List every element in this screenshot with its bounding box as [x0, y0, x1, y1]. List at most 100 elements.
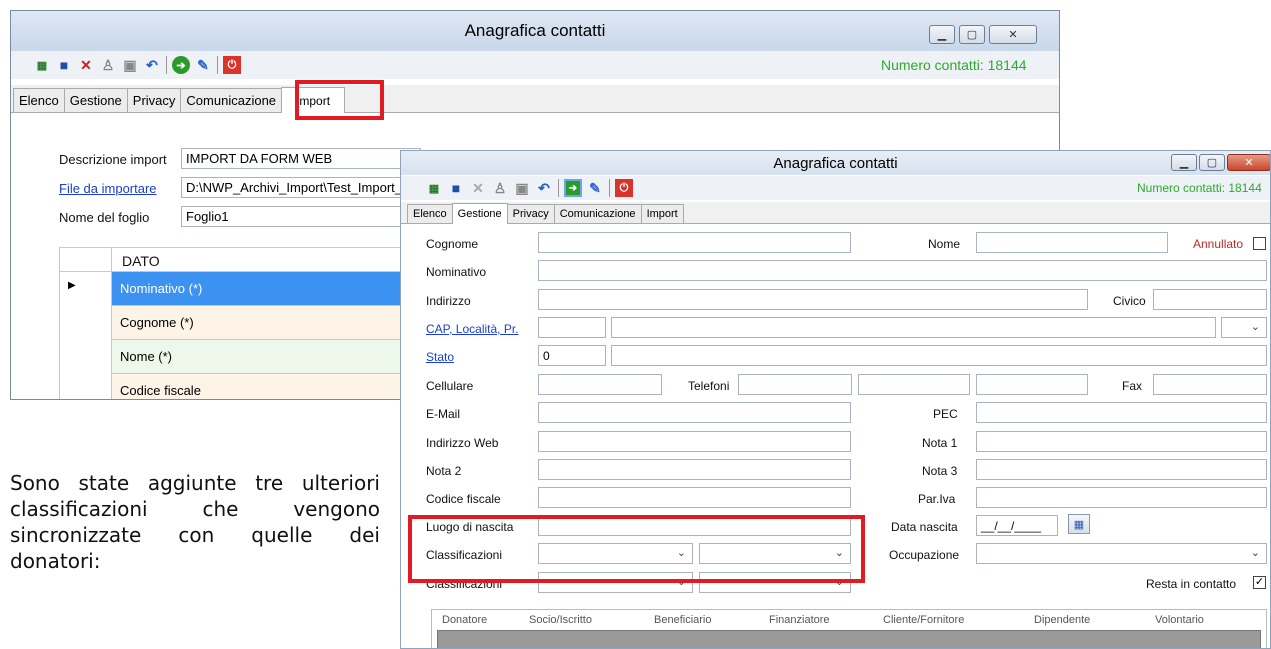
tab-comunicazione[interactable]: Comunicazione: [180, 88, 283, 112]
telefono2-input[interactable]: [858, 374, 970, 395]
front-window-title: Anagrafica contatti: [773, 154, 898, 172]
front-tab-gestione[interactable]: Gestione: [451, 203, 508, 224]
codice-fiscale-input[interactable]: [538, 487, 851, 508]
undo-icon[interactable]: ↶: [143, 56, 161, 74]
front-tab-privacy[interactable]: Privacy: [506, 204, 555, 223]
nota3-input[interactable]: [976, 459, 1267, 480]
cognome-input[interactable]: [538, 232, 851, 253]
cap-input[interactable]: [538, 317, 606, 338]
occupazione-dropdown[interactable]: ⌄: [976, 543, 1267, 564]
category-header: Donatore: [442, 614, 488, 626]
resta-in-contatto-label: Resta in contatto: [1146, 577, 1237, 591]
front-power-icon[interactable]: ⏻: [615, 179, 633, 197]
nominativo-input[interactable]: [538, 260, 1267, 281]
stato-code-input[interactable]: 0: [538, 345, 606, 366]
email-input[interactable]: [538, 402, 851, 423]
telefono3-input[interactable]: [976, 374, 1088, 395]
file-path-input[interactable]: D:\NWP_Archivi_Import\Test_Import_: [181, 177, 421, 198]
front-close-button[interactable]: ✕: [1227, 154, 1270, 171]
front-tab-elenco[interactable]: Elenco: [407, 204, 453, 223]
front-edit-icon[interactable]: ✎: [586, 179, 604, 197]
front-titlebar: Anagrafica contatti ▁ ▢ ✕: [401, 151, 1270, 175]
tab-elenco[interactable]: Elenco: [13, 88, 65, 112]
front-save-icon[interactable]: ■: [447, 179, 465, 197]
back-toolbar: ▦ ■ ✕ ♙ ▣ ↶ ➔ ✎ ⏻ Numero contatti: 18144: [11, 51, 1059, 79]
save-icon[interactable]: ■: [55, 56, 73, 74]
annullato-label: Annullato: [1193, 237, 1244, 251]
fax-input[interactable]: [1153, 374, 1267, 395]
provincia-dropdown[interactable]: ⌄: [1221, 317, 1267, 338]
foglio-label: Nome del foglio: [59, 210, 150, 225]
category-header: Beneficiario: [654, 614, 712, 626]
edit-icon[interactable]: ✎: [194, 56, 212, 74]
nome-label: Nome: [928, 237, 961, 251]
front-tab-comunicazione[interactable]: Comunicazione: [553, 204, 642, 223]
toolbar-separator: [558, 179, 559, 197]
cognome-label: Cognome: [426, 237, 479, 251]
front-go-icon[interactable]: ➔: [564, 179, 582, 197]
toolbar-separator: [217, 56, 218, 74]
civico-input[interactable]: [1153, 289, 1267, 310]
web-label: Indirizzo Web: [426, 436, 499, 450]
localita-input[interactable]: [611, 317, 1216, 338]
calendar-icon[interactable]: ▦: [1068, 514, 1090, 534]
cellulare-label: Cellulare: [426, 379, 474, 393]
print-icon[interactable]: ▣: [121, 56, 139, 74]
tab-privacy[interactable]: Privacy: [126, 88, 182, 112]
data-nascita-label: Data nascita: [891, 520, 958, 534]
grid-header-dato: DATO: [122, 253, 160, 269]
tab-gestione[interactable]: Gestione: [63, 88, 128, 112]
front-maximize-button[interactable]: ▢: [1199, 154, 1225, 171]
pec-label: PEC: [933, 407, 958, 421]
descrizione-input[interactable]: IMPORT DA FORM WEB: [181, 148, 421, 169]
file-da-importare-link[interactable]: File da importare: [59, 181, 157, 196]
stato-link[interactable]: Stato: [426, 350, 454, 364]
close-button[interactable]: ✕: [989, 25, 1037, 44]
front-contact-count: Numero contatti: 18144: [1137, 181, 1262, 195]
power-icon[interactable]: ⏻: [223, 56, 241, 74]
codice-fiscale-label: Codice fiscale: [426, 492, 501, 506]
minimize-button[interactable]: ▁: [929, 25, 955, 44]
front-delete-icon[interactable]: ✕: [469, 179, 487, 197]
front-print-icon[interactable]: ▣: [513, 179, 531, 197]
nota1-label: Nota 1: [922, 436, 958, 450]
fax-label: Fax: [1122, 379, 1143, 393]
indirizzo-label: Indirizzo: [426, 294, 471, 308]
pec-input[interactable]: [976, 402, 1267, 423]
maximize-button[interactable]: ▢: [959, 25, 985, 44]
toolbar-separator: [609, 179, 610, 197]
telefoni-label: Telefoni: [688, 379, 730, 393]
telefono1-input[interactable]: [738, 374, 852, 395]
nome-input[interactable]: [976, 232, 1168, 253]
highlight-classificazioni: [408, 515, 865, 583]
data-nascita-input[interactable]: __/__/____: [976, 515, 1058, 536]
resta-in-contatto-checkbox[interactable]: ✓: [1253, 576, 1266, 589]
front-user-icon[interactable]: ♙: [491, 179, 509, 197]
cellulare-input[interactable]: [538, 374, 662, 395]
front-undo-icon[interactable]: ↶: [535, 179, 553, 197]
annullato-checkbox[interactable]: [1253, 237, 1266, 250]
go-icon[interactable]: ➔: [172, 56, 190, 74]
web-input[interactable]: [538, 431, 851, 452]
categories-grid-area[interactable]: [437, 630, 1261, 648]
grid-header-row: [60, 248, 420, 272]
piva-input[interactable]: [976, 487, 1267, 508]
front-excel-icon[interactable]: ▦: [425, 179, 443, 197]
front-minimize-button[interactable]: ▁: [1171, 154, 1197, 171]
cap-link[interactable]: CAP, Località, Pr.: [426, 322, 519, 336]
categories-panel: Donatore Socio/Iscritto Beneficiario Fin…: [431, 609, 1267, 648]
indirizzo-input[interactable]: [538, 289, 1088, 310]
user-icon[interactable]: ♙: [99, 56, 117, 74]
foglio-input[interactable]: Foglio1: [181, 206, 421, 227]
nota1-input[interactable]: [976, 431, 1267, 452]
excel-icon[interactable]: ▦: [33, 56, 51, 74]
caption-text: Sono state aggiunte tre ulteriori classi…: [10, 471, 380, 573]
back-titlebar: Anagrafica contatti ▁ ▢ ✕: [11, 11, 1059, 51]
nota2-input[interactable]: [538, 459, 851, 480]
front-tab-import[interactable]: Import: [640, 204, 684, 223]
nota3-label: Nota 3: [922, 464, 958, 478]
delete-icon[interactable]: ✕: [77, 56, 95, 74]
stato-name-input[interactable]: [611, 345, 1267, 366]
toolbar-separator: [166, 56, 167, 74]
import-grid: DATO ▶ Nominativo (*) Cognome (*) Nome (…: [59, 247, 460, 399]
